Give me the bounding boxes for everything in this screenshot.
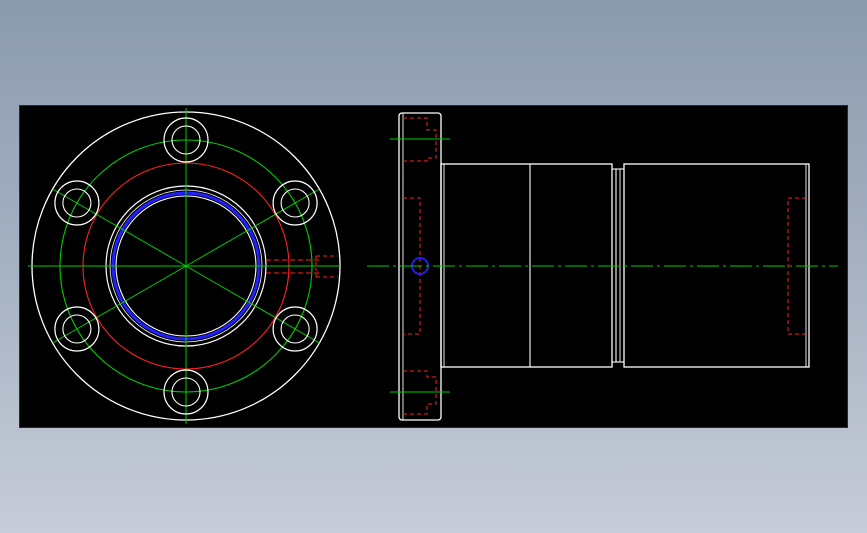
radial-centerline-3	[185, 265, 320, 344]
side-view	[367, 112, 838, 421]
cad-drawing-canvas	[28, 108, 838, 424]
radial-centerline-2	[185, 188, 320, 267]
radial-centerline-5	[52, 265, 187, 344]
radial-centerline-6	[52, 188, 187, 267]
cad-viewport[interactable]	[19, 105, 848, 428]
front-view	[28, 108, 341, 424]
